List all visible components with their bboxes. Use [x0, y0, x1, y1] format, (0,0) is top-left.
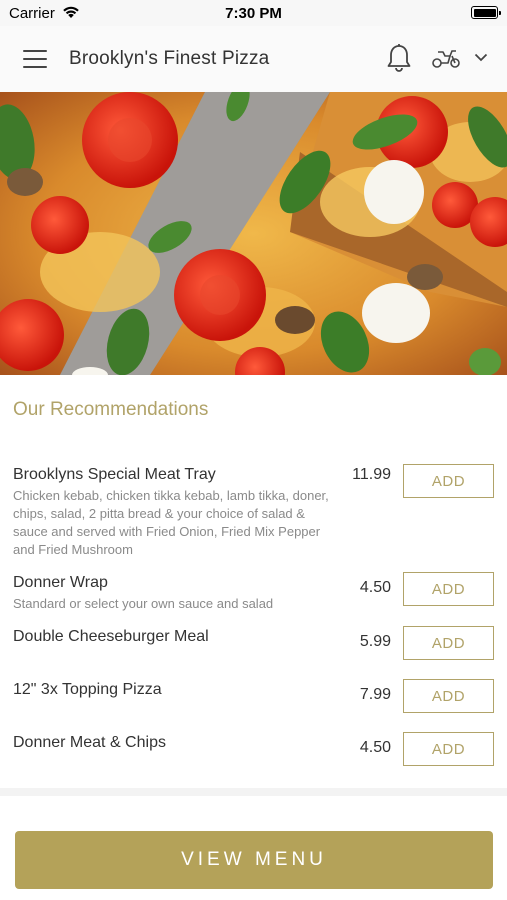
item-description: Standard or select your own sauce and sa… [13, 596, 274, 611]
page-title: Brooklyn's Finest Pizza [69, 48, 270, 69]
app-header: Brooklyn's Finest Pizza [0, 26, 507, 92]
menu-icon[interactable] [23, 50, 47, 68]
item-price: 5.99 [359, 633, 391, 650]
add-button[interactable]: ADD [403, 464, 494, 498]
item-name: Donner Wrap [13, 574, 108, 591]
add-button[interactable]: ADD [403, 572, 494, 606]
section-divider [0, 788, 507, 796]
add-button[interactable]: ADD [403, 626, 494, 660]
item-name: 12" 3x Topping Pizza [13, 681, 162, 698]
add-button[interactable]: ADD [403, 679, 494, 713]
item-price: 11.99 [352, 466, 391, 483]
item-price: 4.50 [359, 739, 391, 756]
hero-pizza-image [0, 92, 507, 375]
battery-icon [471, 6, 501, 19]
item-price: 4.50 [359, 579, 391, 596]
bell-icon[interactable] [386, 43, 412, 73]
item-name: Brooklyns Special Meat Tray [13, 466, 216, 483]
status-bar: Carrier 7:30 PM [0, 0, 507, 26]
chevron-down-icon[interactable] [474, 53, 488, 62]
item-price: 7.99 [359, 686, 391, 703]
add-button[interactable]: ADD [403, 732, 494, 766]
item-name: Double Cheeseburger Meal [13, 628, 209, 645]
item-description: Chicken kebab, chicken tikka kebab, lamb… [13, 488, 329, 557]
scooter-icon[interactable] [431, 47, 461, 69]
item-name: Donner Meat & Chips [13, 734, 166, 751]
recommendations-title: Our Recommendations [13, 399, 209, 420]
view-menu-button[interactable]: VIEW MENU [15, 831, 493, 889]
status-time: 7:30 PM [225, 5, 282, 22]
